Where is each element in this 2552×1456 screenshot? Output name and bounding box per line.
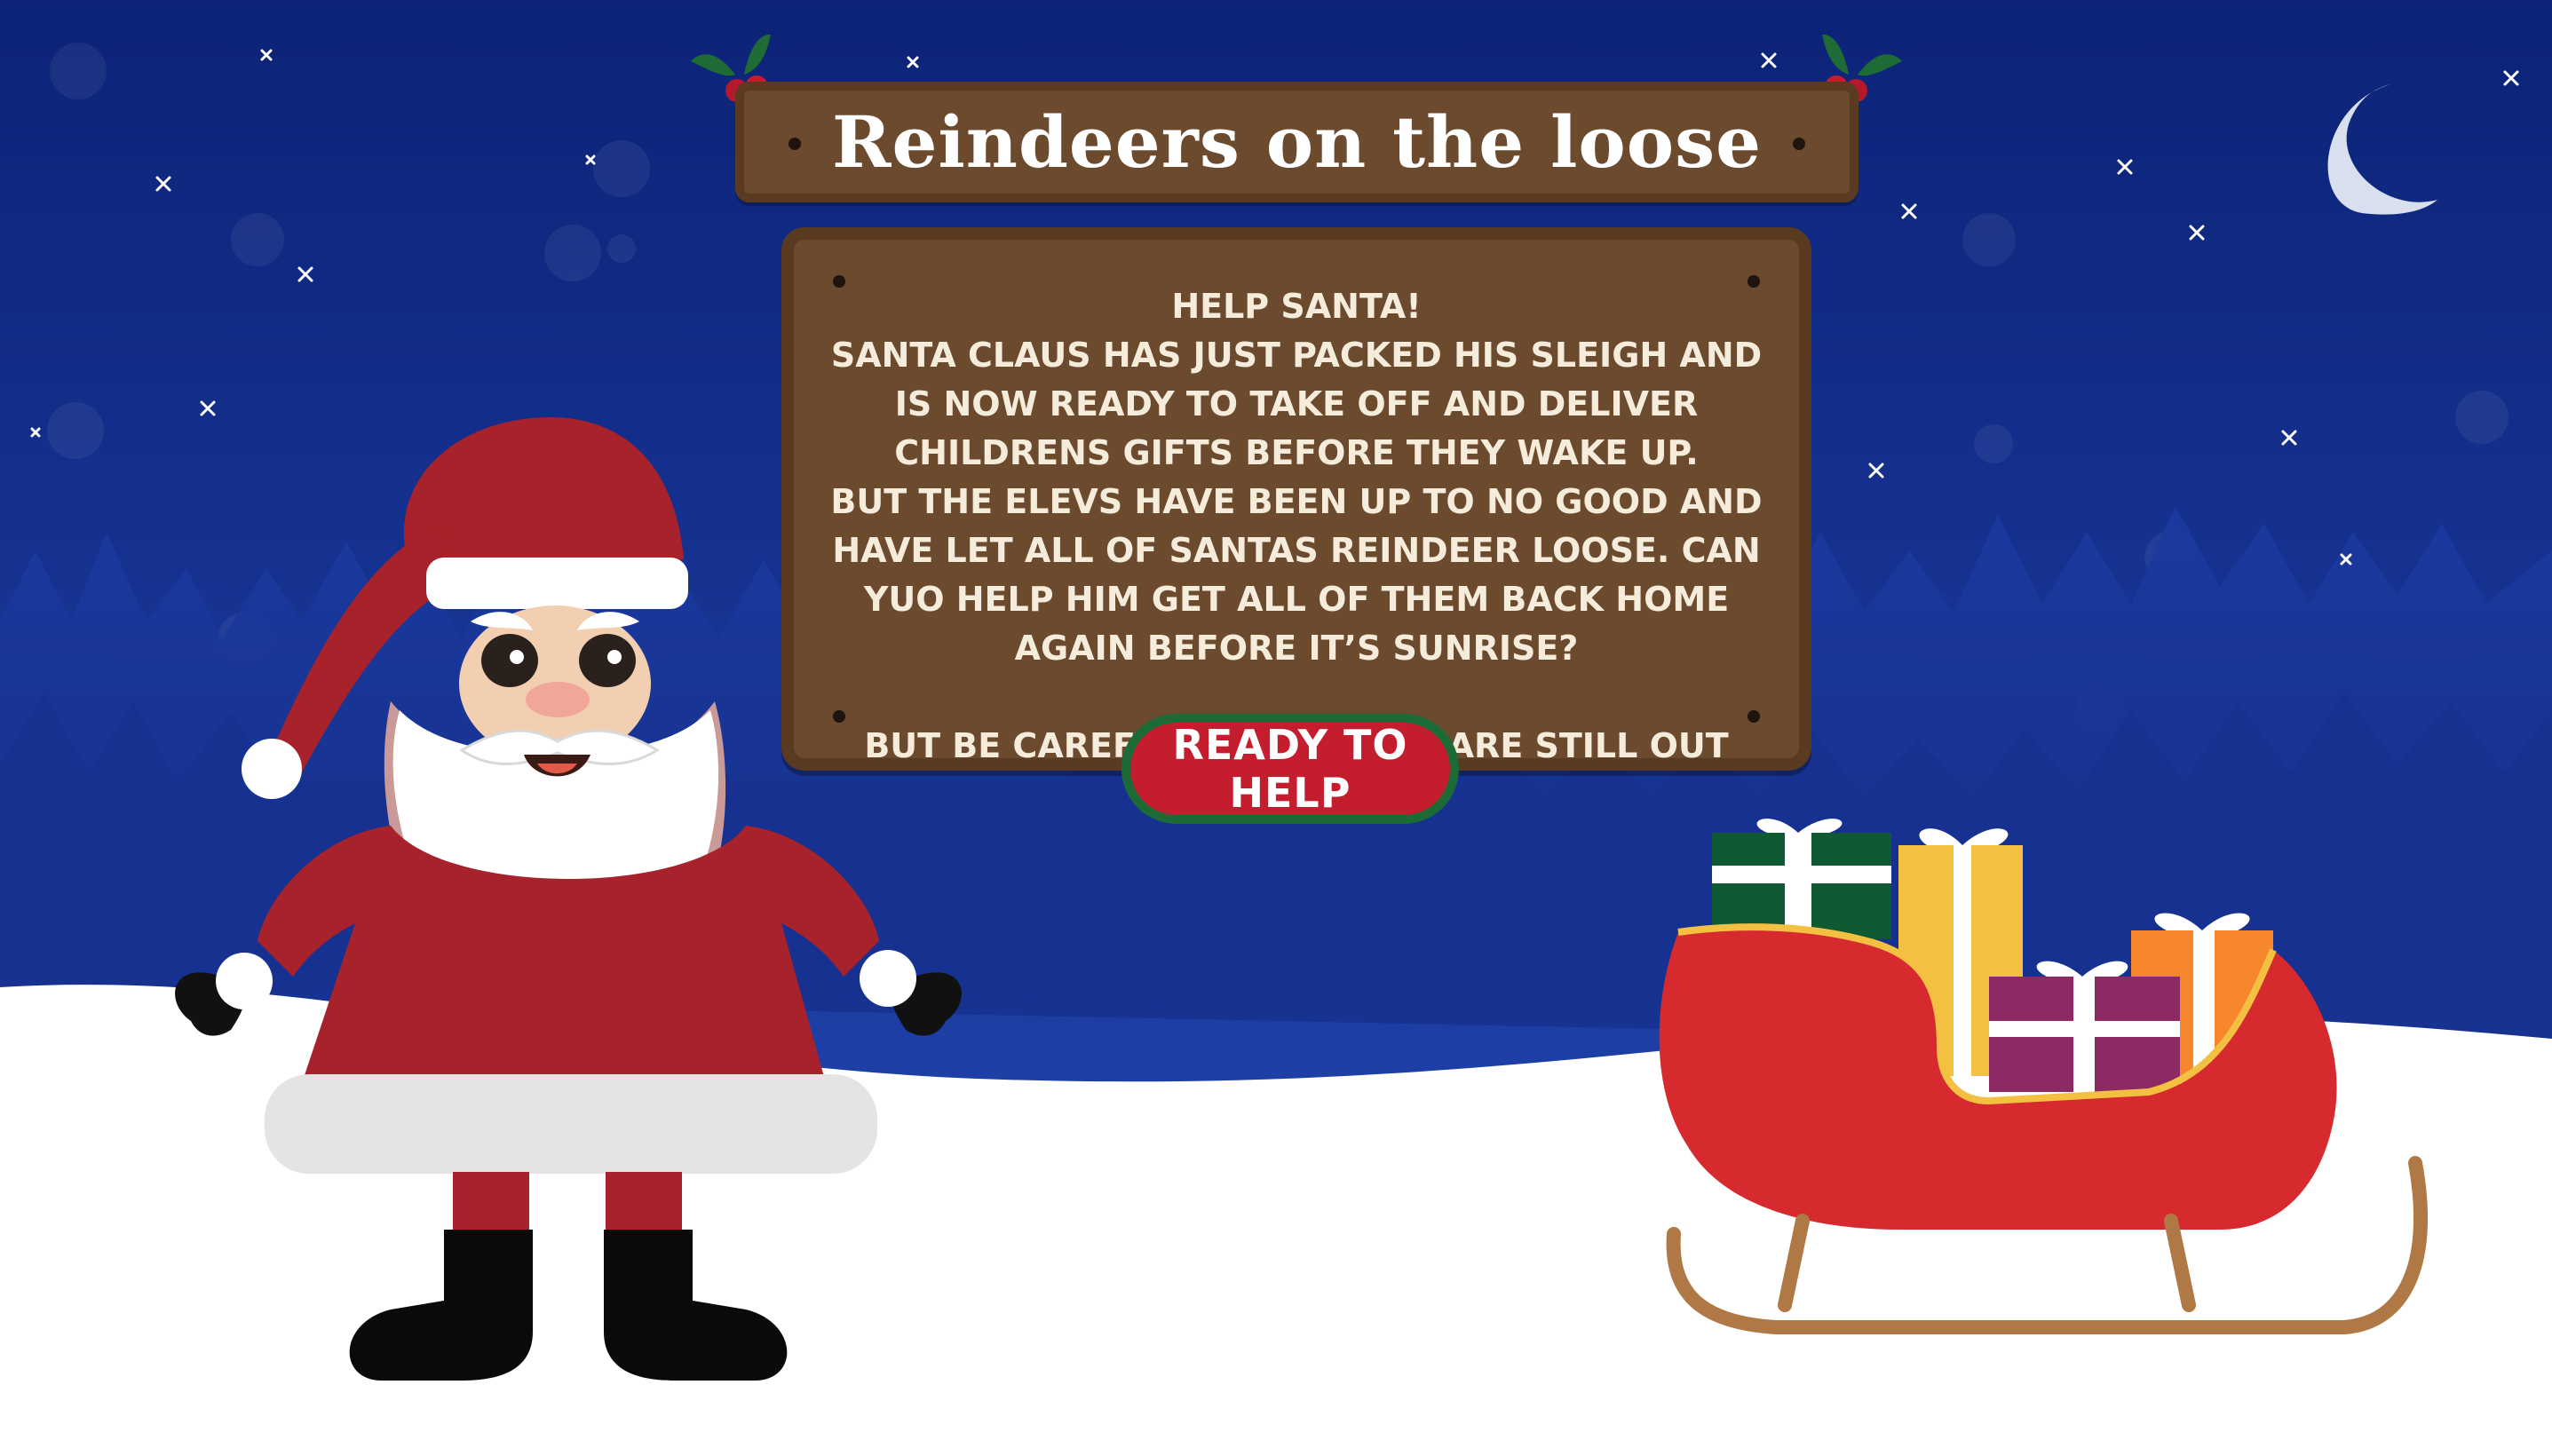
ready-to-help-label: READY TO HELP <box>1130 721 1450 817</box>
story-heading: HELP SANTA! <box>1171 287 1422 326</box>
nail-icon <box>789 138 801 150</box>
story-paragraph: SANTA CLAUS HAS JUST PACKED HIS SLEIGH A… <box>830 336 1763 472</box>
nail-icon <box>1793 138 1805 150</box>
story-sign: HELP SANTA! SANTA CLAUS HAS JUST PACKED … <box>781 227 1811 814</box>
ready-to-help-button[interactable]: READY TO HELP <box>1121 714 1459 824</box>
game-title: Reindeers on the loose <box>832 100 1762 184</box>
story-paragraph: BUT THE ELEVS HAVE BEEN UP TO NO GOOD AN… <box>830 482 1763 668</box>
title-sign: Reindeers on the loose <box>735 82 1859 202</box>
